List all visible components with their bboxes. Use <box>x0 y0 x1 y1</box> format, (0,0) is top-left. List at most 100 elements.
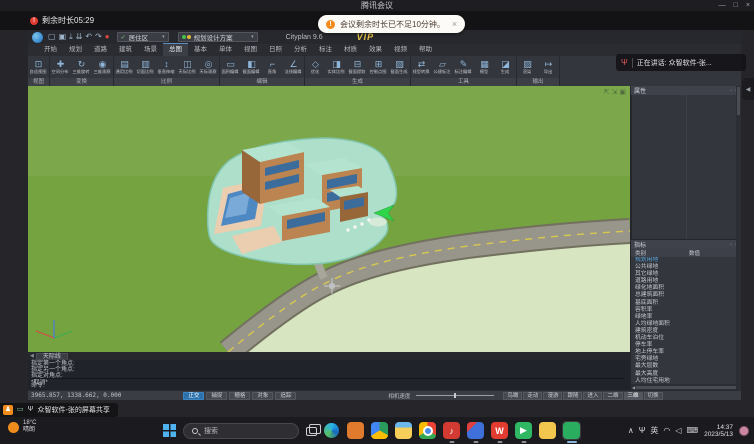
indicator-row[interactable]: 容积率 <box>631 307 741 314</box>
weather-widget[interactable]: 18°C 晴朗 <box>8 420 36 434</box>
ribbon-button[interactable]: ▧截面生成 <box>389 56 410 78</box>
ribbon-tab[interactable]: 场景 <box>138 44 163 56</box>
pin-icon[interactable]: ▫ <box>730 242 732 248</box>
indicator-row[interactable]: 基底面积 <box>631 300 741 307</box>
ribbon-tab[interactable]: 单体 <box>213 44 238 56</box>
v-scrollbar[interactable] <box>736 86 741 390</box>
command-window[interactable]: 指定第一个角点:指定另一个角点:指定对角点:*取消* 命令: <box>28 360 630 390</box>
ribbon-button[interactable]: ▦模型 <box>474 56 495 78</box>
ribbon-button[interactable]: ✎标注编辑 <box>453 56 474 78</box>
wifi-icon[interactable]: ◠ <box>663 426 670 435</box>
gdrive-icon[interactable] <box>370 421 389 440</box>
ribbon-button[interactable]: ⊡自适视图 <box>28 56 49 78</box>
new-file-icon[interactable]: ▢ <box>48 31 56 43</box>
indicator-row[interactable]: 人均住宅用地 <box>631 378 741 384</box>
task-view-button[interactable] <box>306 427 317 436</box>
house-model[interactable] <box>208 138 397 264</box>
volume-icon[interactable]: ◁ <box>675 426 681 435</box>
indicator-row[interactable]: 最大层数 <box>631 363 741 370</box>
tray-chevron-icon[interactable]: ∧ <box>628 426 634 435</box>
category-column-header[interactable]: 类别 <box>635 249 646 257</box>
indicator-row[interactable]: 总建筑面积 <box>631 292 741 299</box>
search-input[interactable]: 搜索 <box>183 423 299 439</box>
restore-button[interactable]: □ <box>734 0 738 11</box>
ribbon-button[interactable]: ⊟截面提取 <box>347 56 368 78</box>
ime-indicator[interactable]: 英 <box>650 425 658 436</box>
ribbon-button[interactable]: ↕垂直伸缩 <box>156 56 177 78</box>
ribbon-tab[interactable]: 建筑 <box>113 44 138 56</box>
ribbon-button[interactable]: ⊞控制点图 <box>368 56 389 78</box>
ribbon-tab[interactable]: 视图 <box>238 44 263 56</box>
ribbon-tab[interactable]: 基本 <box>188 44 213 56</box>
status-toggle[interactable]: 追踪 <box>275 392 296 400</box>
minimize-button[interactable]: — <box>719 0 726 11</box>
view-mode-button[interactable]: 切换 <box>644 392 663 400</box>
status-toggle[interactable]: 栅格 <box>229 392 250 400</box>
slider-thumb[interactable] <box>454 393 456 398</box>
save-icon[interactable]: ⤓ <box>69 31 73 43</box>
ribbon-tab[interactable]: 材质 <box>338 44 363 56</box>
ribbon-tab[interactable]: 效果 <box>363 44 388 56</box>
layout-tab[interactable]: 天际线 <box>36 353 68 360</box>
app-orange-icon[interactable] <box>346 421 365 440</box>
ribbon-button[interactable]: ▨渲染 <box>517 56 538 78</box>
ribbon-button[interactable]: ◎天际观察 <box>198 56 219 78</box>
camera-speed-slider[interactable] <box>416 395 494 396</box>
scheme-dropdown[interactable]: 规划设计方案 ▾ <box>178 32 258 42</box>
ribbon-button[interactable]: ↦导出 <box>538 56 559 78</box>
indicator-row[interactable]: 人均绿地面积 <box>631 321 741 328</box>
ribbon-button[interactable]: ◧截面编辑 <box>241 56 262 78</box>
layout-scroll-left-icon[interactable]: ◀ <box>30 353 34 360</box>
ribbon-button[interactable]: ↻三维旋转 <box>71 56 92 78</box>
ribbon-button[interactable]: ⇄线型转换 <box>411 56 432 78</box>
ribbon-tab[interactable]: 开始 <box>38 44 63 56</box>
ribbon-tab[interactable]: 道路 <box>88 44 113 56</box>
status-toggle[interactable]: 捕捉 <box>206 392 227 400</box>
view-mode-button[interactable]: 三维 <box>624 392 643 400</box>
ribbon-button[interactable]: ◫天际比例 <box>177 56 198 78</box>
panel-header[interactable]: 属性 ▫ × <box>631 86 741 95</box>
ribbon-button[interactable]: ▱公建标注 <box>432 56 453 78</box>
app-blue-icon[interactable] <box>466 421 485 440</box>
viewport-3d-scene[interactable] <box>28 86 630 352</box>
viewport-pan-icon[interactable]: ⇱ <box>604 89 610 97</box>
ribbon-tab[interactable]: 总图 <box>163 43 188 56</box>
open-file-icon[interactable]: ▣ <box>59 31 67 43</box>
pen-icon[interactable]: ⌨ <box>687 426 699 435</box>
ribbon-button[interactable]: ∠法线编辑 <box>283 56 304 78</box>
undo-icon[interactable]: ↶ <box>85 31 92 43</box>
ribbon-button[interactable]: ◨实体比例 <box>326 56 347 78</box>
indicator-row[interactable]: 最大高度 <box>631 371 741 378</box>
clock[interactable]: 14:37 2023/5/13 <box>704 424 733 438</box>
viewport[interactable]: ⇱⇲▣ <box>28 86 630 352</box>
view-mode-button[interactable]: 进入 <box>583 392 602 400</box>
netease-music-icon[interactable]: ♪ <box>442 421 461 440</box>
indicator-row[interactable]: 建筑密度 <box>631 328 741 335</box>
ribbon-button[interactable]: ✚空间分布 <box>50 56 71 78</box>
command-prompt[interactable]: 命令: <box>31 378 625 389</box>
ribbon-button[interactable]: ◪生成 <box>495 56 516 78</box>
pin-icon[interactable]: ▫ <box>730 88 732 94</box>
ribbon-tab[interactable]: 帮助 <box>413 44 438 56</box>
wps-icon[interactable]: W <box>490 421 509 440</box>
record-icon[interactable]: ● <box>105 31 110 43</box>
view-mode-button[interactable]: 二维 <box>603 392 622 400</box>
file-explorer-icon[interactable] <box>394 421 413 440</box>
tray-mic-icon[interactable]: Ψ <box>639 426 646 435</box>
folder-icon[interactable] <box>538 421 557 440</box>
tencent-meeting-icon[interactable]: ▶ <box>514 421 533 440</box>
ribbon-button[interactable]: ⌐直角 <box>262 56 283 78</box>
scroll-left-icon[interactable]: ◀ <box>632 385 635 390</box>
start-button[interactable] <box>163 424 176 437</box>
redo-icon[interactable]: ↷ <box>95 31 102 43</box>
ribbon-button[interactable]: ◇优化 <box>305 56 326 78</box>
toast-close-icon[interactable]: × <box>452 19 457 29</box>
view-mode-button[interactable]: 走动 <box>523 392 542 400</box>
viewport-box-icon[interactable]: ▣ <box>619 89 626 97</box>
ribbon-tab[interactable]: 日照 <box>263 44 288 56</box>
status-toggle[interactable]: 正交 <box>183 392 204 400</box>
ribbon-button[interactable]: ◉三维观察 <box>92 56 113 78</box>
ribbon-button[interactable]: ▥切面比例 <box>135 56 156 78</box>
indicator-row[interactable]: 绿地率 <box>631 314 741 321</box>
chrome-icon[interactable] <box>418 421 437 440</box>
